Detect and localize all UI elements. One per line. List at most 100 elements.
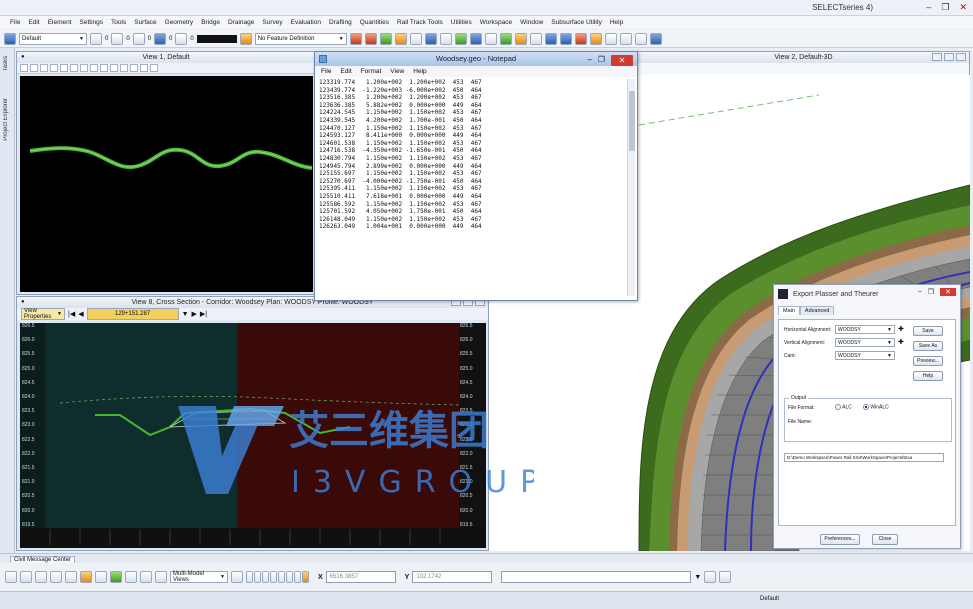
design-tool-icon[interactable] [379, 32, 392, 45]
restore-button[interactable]: ❐ [928, 288, 934, 296]
view-5-button[interactable] [278, 571, 285, 583]
menu-quantities[interactable]: Quantities [360, 19, 389, 26]
active-snap-icon[interactable] [80, 571, 92, 583]
update-view-icon[interactable] [40, 64, 48, 72]
lock-axis-icon[interactable] [35, 571, 47, 583]
view-8-button[interactable] [302, 571, 309, 583]
notepad-menu-edit[interactable]: Edit [340, 68, 351, 75]
save-button[interactable]: Save [913, 326, 943, 336]
menu-workspace[interactable]: Workspace [480, 19, 512, 26]
folder-icon[interactable] [589, 32, 602, 45]
clip-volume-icon[interactable] [130, 64, 138, 72]
notepad-text-area[interactable]: 123319.774 1.200e+002 1.200e+002 453 467… [319, 79, 625, 296]
previous-station-button[interactable]: ◀ [78, 310, 83, 318]
tab-advanced[interactable]: Advanced [799, 306, 835, 315]
view-1-button[interactable] [246, 571, 253, 583]
menu-utilities[interactable]: Utilities [451, 19, 472, 26]
view-close-button[interactable] [956, 53, 966, 61]
menu-rail-track-tools[interactable]: Rail Track Tools [397, 19, 443, 26]
primary-tools-icon[interactable] [424, 32, 437, 45]
offset-icon[interactable] [125, 571, 137, 583]
menu-surface[interactable]: Surface [134, 19, 156, 26]
minimize-button[interactable]: – [918, 288, 922, 296]
vertical-alignment-combo[interactable]: WOODSY ▼ [835, 338, 895, 347]
restore-button[interactable]: ❐ [941, 2, 949, 13]
key-in-field[interactable] [501, 571, 692, 583]
help-button[interactable]: Help [913, 371, 943, 381]
rotate-view-icon[interactable] [90, 64, 98, 72]
key-in-dropdown-icon[interactable]: ▼ [694, 574, 701, 581]
menu-evaluation[interactable]: Evaluation [291, 19, 321, 26]
track-tool-icon[interactable] [364, 32, 377, 45]
level-combo[interactable]: Default ▼ [19, 32, 87, 45]
intersect-snap-icon[interactable] [95, 571, 107, 583]
preview-button[interactable]: Preview... [913, 356, 943, 366]
menu-settings[interactable]: Settings [80, 19, 104, 26]
next-station-button[interactable]: ▶ [192, 310, 197, 318]
display-style-icon[interactable] [30, 64, 38, 72]
element-attributes-icon[interactable] [4, 32, 16, 45]
weight-icon[interactable] [111, 32, 124, 45]
view-maximize-button[interactable] [944, 53, 954, 61]
view-3-button[interactable] [262, 571, 269, 583]
zoom-in-icon[interactable] [50, 64, 58, 72]
save-icon[interactable] [604, 32, 617, 45]
save-as-button[interactable]: Save As [913, 341, 943, 351]
view-pin-icon[interactable]: ● [21, 297, 25, 308]
model-icon[interactable] [469, 32, 482, 45]
transparency-icon[interactable] [154, 32, 167, 45]
menu-element[interactable]: Element [48, 19, 72, 26]
toolbox-icon[interactable] [719, 571, 732, 583]
explorer-icon[interactable] [559, 32, 572, 45]
view-2-button[interactable] [254, 571, 261, 583]
project-icon[interactable] [574, 32, 587, 45]
view-pin-icon[interactable]: ● [21, 52, 25, 63]
preferences-button[interactable]: Preferences... [820, 534, 860, 545]
priority-icon[interactable] [175, 32, 188, 45]
view-8-canvas[interactable]: 826.5 826.0 825.5 825.0 824.5 824.0 823.5 823.0… [20, 323, 486, 548]
minimize-button[interactable]: – [926, 2, 931, 13]
menu-window[interactable]: Window [520, 19, 543, 26]
view-1-canvas[interactable] [20, 76, 313, 292]
pencil-icon[interactable] [394, 32, 407, 45]
view-4-button[interactable] [270, 571, 277, 583]
close-button[interactable]: ✕ [959, 2, 967, 13]
view-properties-combo[interactable]: View Properties ▼ [21, 308, 65, 320]
cant-combo[interactable]: WOODSY ▼ [835, 351, 895, 360]
restore-button[interactable]: ❐ [598, 53, 605, 67]
redo-icon[interactable] [634, 32, 647, 45]
close-button[interactable]: ✕ [940, 288, 956, 296]
view-previous-icon[interactable] [110, 64, 118, 72]
tasks-tab[interactable]: Tasks [3, 56, 9, 71]
element-selection-icon[interactable] [50, 571, 62, 583]
multi-model-views-combo[interactable]: Multi-Model Views ▼ [170, 571, 228, 583]
raster-icon[interactable] [514, 32, 527, 45]
notepad-scrollbar[interactable] [627, 79, 635, 296]
view-next-icon[interactable] [120, 64, 128, 72]
view-7-button[interactable] [294, 571, 301, 583]
model-view-icon[interactable] [155, 571, 167, 583]
menu-survey[interactable]: Survey [262, 19, 282, 26]
info-icon[interactable] [544, 32, 557, 45]
measure-icon[interactable] [529, 32, 542, 45]
view-6-button[interactable] [286, 571, 293, 583]
last-station-button[interactable]: ▶| [200, 310, 207, 318]
scrollbar-thumb[interactable] [629, 91, 635, 151]
station-combo[interactable]: 129+151.287 [86, 308, 179, 320]
file-name-field[interactable]: D:\Demo Workspace\Power Rail SS4\WorkSpa… [784, 453, 944, 462]
undo-icon[interactable] [619, 32, 632, 45]
menu-subsurface-utility[interactable]: Subsurface Utility [551, 19, 602, 26]
project-explorer-tab[interactable]: Project Explorer [3, 98, 9, 141]
rail-tool-icon[interactable] [349, 32, 362, 45]
feature-definition-icon[interactable] [239, 32, 252, 45]
style-icon[interactable] [132, 32, 145, 45]
zoom-out-icon[interactable] [60, 64, 68, 72]
close-dialog-button[interactable]: Close [872, 534, 898, 545]
menu-file[interactable]: File [10, 19, 20, 26]
distance-icon[interactable] [140, 571, 152, 583]
format-alc-option[interactable]: ALC [835, 404, 852, 410]
pick-element-icon[interactable]: ✚ [898, 338, 904, 346]
lock-icon[interactable] [409, 32, 422, 45]
menu-geometry[interactable]: Geometry [165, 19, 194, 26]
minimize-button[interactable]: – [587, 53, 591, 67]
